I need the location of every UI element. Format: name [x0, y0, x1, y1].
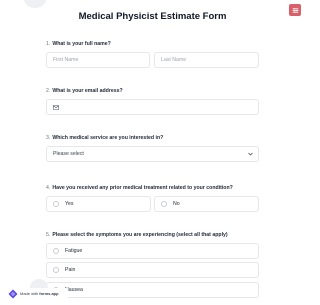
checkbox-option-nausea[interactable]: Nausea [46, 282, 259, 298]
checkbox-option-fatigue[interactable]: Fatigue [46, 243, 259, 259]
option-label: No [173, 201, 180, 207]
checkbox-circle [53, 248, 59, 254]
radio-option-no[interactable]: No [154, 196, 259, 212]
checkbox-circle [53, 267, 59, 273]
option-label: Pain [65, 267, 76, 273]
question-service-label: 3. Which medical service are you interest… [46, 135, 163, 141]
first-name-input[interactable]: First Name [46, 52, 150, 68]
question-number: 3. [46, 135, 51, 141]
decorative-circle [24, 0, 46, 8]
question-symptoms-label: 5. Please select the symptoms you are exp… [46, 232, 228, 238]
made-with-text: Made with [20, 291, 39, 296]
form-title: Medical Physicist Estimate Form [78, 11, 227, 22]
question-email-label: 2. What is your email address? [46, 88, 123, 94]
checkbox-option-pain[interactable]: Pain [46, 262, 259, 278]
radio-circle [53, 201, 59, 207]
forms-app-logo-icon [8, 289, 18, 298]
chevron-down-icon [248, 152, 253, 156]
option-label: Fatigue [65, 248, 83, 254]
question-text: Please select the symptoms you are exper… [52, 232, 228, 238]
question-full-name-label: 1. What is your full name? [46, 41, 111, 47]
brand-name: forms.app [39, 291, 59, 296]
question-number: 2. [46, 88, 51, 94]
email-input[interactable] [46, 99, 259, 115]
made-with-badge[interactable]: Made with forms.app [8, 288, 68, 299]
question-text: What is your email address? [52, 88, 123, 94]
email-icon [53, 104, 59, 110]
select-value: Please select [53, 151, 84, 157]
question-text: Have you received any prior medical trea… [52, 185, 233, 191]
radio-circle [161, 201, 167, 207]
first-name-placeholder: First Name [53, 57, 79, 63]
question-prior-treatment-label: 4. Have you received any prior medical tr… [46, 185, 233, 191]
radio-option-yes[interactable]: Yes [46, 196, 151, 212]
question-text: Which medical service are you interested… [52, 135, 164, 141]
last-name-input[interactable]: Last Name [154, 52, 259, 68]
option-label: Yes [65, 201, 74, 207]
question-number: 4. [46, 185, 51, 191]
medical-service-select[interactable]: Please select [46, 146, 259, 162]
last-name-placeholder: Last Name [161, 57, 187, 63]
question-text: What is your full name? [52, 41, 111, 47]
question-number: 5. [46, 232, 51, 238]
question-number: 1. [46, 41, 51, 47]
